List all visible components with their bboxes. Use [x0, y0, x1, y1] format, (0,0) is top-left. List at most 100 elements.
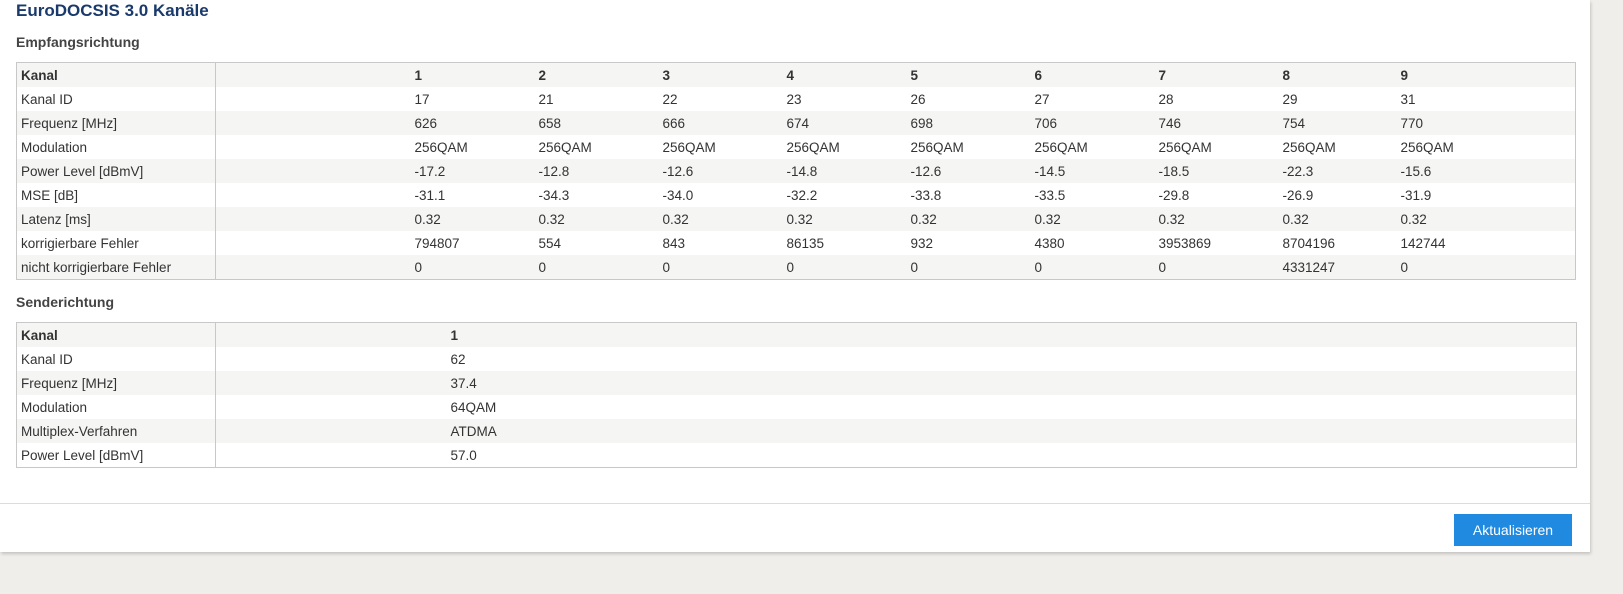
table-cell: 0.32 [658, 207, 783, 231]
table-cell: 0.32 [534, 207, 659, 231]
table-cell: 0.32 [1154, 207, 1279, 231]
table-cell: 86135 [782, 231, 907, 255]
table-cell: 17 [410, 87, 535, 111]
table-cell: -14.5 [1030, 159, 1155, 183]
table-cell: 27 [1030, 87, 1155, 111]
spacer-cell [215, 111, 411, 135]
table-cell: -33.8 [906, 183, 1031, 207]
table-cell: 0.32 [410, 207, 535, 231]
channel-number: 1 [446, 322, 1577, 347]
table-cell: 28 [1154, 87, 1279, 111]
footer-divider [0, 503, 1590, 504]
row-label: Frequenz [MHz] [16, 111, 216, 135]
spacer-cell [215, 207, 411, 231]
spacer-cell [215, 322, 447, 347]
table-cell: 22 [658, 87, 783, 111]
table-cell: -12.8 [534, 159, 659, 183]
row-label: Multiplex-Verfahren [16, 419, 216, 443]
table-cell: 57.0 [446, 443, 1577, 468]
upstream-section-title: Senderichtung [16, 294, 115, 310]
table-cell: 658 [534, 111, 659, 135]
table-cell: 64QAM [446, 395, 1577, 419]
row-label: Frequenz [MHz] [16, 371, 216, 395]
table-cell: 698 [906, 111, 1031, 135]
table-cell: 256QAM [782, 135, 907, 159]
row-label: Power Level [dBmV] [16, 159, 216, 183]
table-row: Multiplex-Verfahren ATDMA [16, 419, 1577, 443]
table-cell: 4331247 [1278, 255, 1397, 280]
spacer-cell [215, 62, 411, 87]
table-cell: -31.9 [1396, 183, 1576, 207]
row-label: Latenz [ms] [16, 207, 216, 231]
table-cell: 554 [534, 231, 659, 255]
table-cell: 0 [534, 255, 659, 280]
table-cell: 3953869 [1154, 231, 1279, 255]
row-label: Power Level [dBmV] [16, 443, 216, 468]
table-cell: -34.0 [658, 183, 783, 207]
table-cell: 0 [906, 255, 1031, 280]
table-row: Kanal ID 17 21 22 23 26 27 28 29 31 [16, 87, 1576, 111]
table-header-row: Kanal 1 2 3 4 5 6 7 8 9 [16, 62, 1576, 87]
table-row: Power Level [dBmV] 57.0 [16, 443, 1577, 468]
table-cell: 31 [1396, 87, 1576, 111]
channel-number: 3 [658, 62, 783, 87]
table-cell: 0.32 [906, 207, 1031, 231]
table-cell: 770 [1396, 111, 1576, 135]
table-cell: 754 [1278, 111, 1397, 135]
table-cell: 0 [410, 255, 535, 280]
table-row: Modulation 64QAM [16, 395, 1577, 419]
refresh-button[interactable]: Aktualisieren [1454, 514, 1572, 546]
spacer-cell [215, 135, 411, 159]
spacer-cell [215, 159, 411, 183]
table-cell: 256QAM [1030, 135, 1155, 159]
channel-number: 6 [1030, 62, 1155, 87]
channel-panel: EuroDOCSIS 3.0 Kanäle Empfangsrichtung K… [0, 0, 1590, 552]
table-cell: 26 [906, 87, 1031, 111]
table-cell: 0.32 [1030, 207, 1155, 231]
table-cell: 23 [782, 87, 907, 111]
table-cell: 142744 [1396, 231, 1576, 255]
table-cell: -34.3 [534, 183, 659, 207]
spacer-cell [215, 183, 411, 207]
channel-number: 1 [410, 62, 535, 87]
table-cell: 0.32 [782, 207, 907, 231]
table-cell: 62 [446, 347, 1577, 371]
table-cell: -12.6 [906, 159, 1031, 183]
row-label: Kanal ID [16, 347, 216, 371]
channel-number: 2 [534, 62, 659, 87]
table-cell: -22.3 [1278, 159, 1397, 183]
channel-number: 4 [782, 62, 907, 87]
spacer-cell [215, 395, 447, 419]
spacer-cell [215, 443, 447, 468]
table-row: Kanal ID 62 [16, 347, 1577, 371]
table-cell: 256QAM [906, 135, 1031, 159]
table-cell: -17.2 [410, 159, 535, 183]
table-cell: -18.5 [1154, 159, 1279, 183]
table-cell: 256QAM [410, 135, 535, 159]
row-label: Modulation [16, 135, 216, 159]
table-cell: 706 [1030, 111, 1155, 135]
table-cell: 4380 [1030, 231, 1155, 255]
channel-number: 7 [1154, 62, 1279, 87]
table-cell: 746 [1154, 111, 1279, 135]
spacer-cell [215, 231, 411, 255]
table-row: MSE [dB] -31.1 -34.3 -34.0 -32.2 -33.8 -33.5 -2… [16, 183, 1576, 207]
table-row: Frequenz [MHz] 626 658 666 674 698 706 746 754 77… [16, 111, 1576, 135]
table-cell: 21 [534, 87, 659, 111]
table-cell: 0 [1154, 255, 1279, 280]
row-label: Modulation [16, 395, 216, 419]
table-row: Power Level [dBmV] -17.2 -12.8 -12.6 -14.8 -1… [16, 159, 1576, 183]
table-row: nicht korrigierbare Fehler 0 0 0 0 0 0 0 4331247… [16, 255, 1576, 280]
channel-number: 8 [1278, 62, 1397, 87]
downstream-section-title: Empfangsrichtung [16, 34, 140, 50]
table-cell: 0 [1396, 255, 1576, 280]
table-header-row: Kanal 1 [16, 322, 1577, 347]
table-cell: -33.5 [1030, 183, 1155, 207]
table-row: Modulation 256QAM 256QAM 256QAM 256QAM 256QAM… [16, 135, 1576, 159]
row-label: Kanal ID [16, 87, 216, 111]
spacer-cell [215, 371, 447, 395]
spacer-cell [215, 419, 447, 443]
table-cell: 843 [658, 231, 783, 255]
table-cell: 626 [410, 111, 535, 135]
table-row: korrigierbare Fehler 794807 554 843 86135 932… [16, 231, 1576, 255]
